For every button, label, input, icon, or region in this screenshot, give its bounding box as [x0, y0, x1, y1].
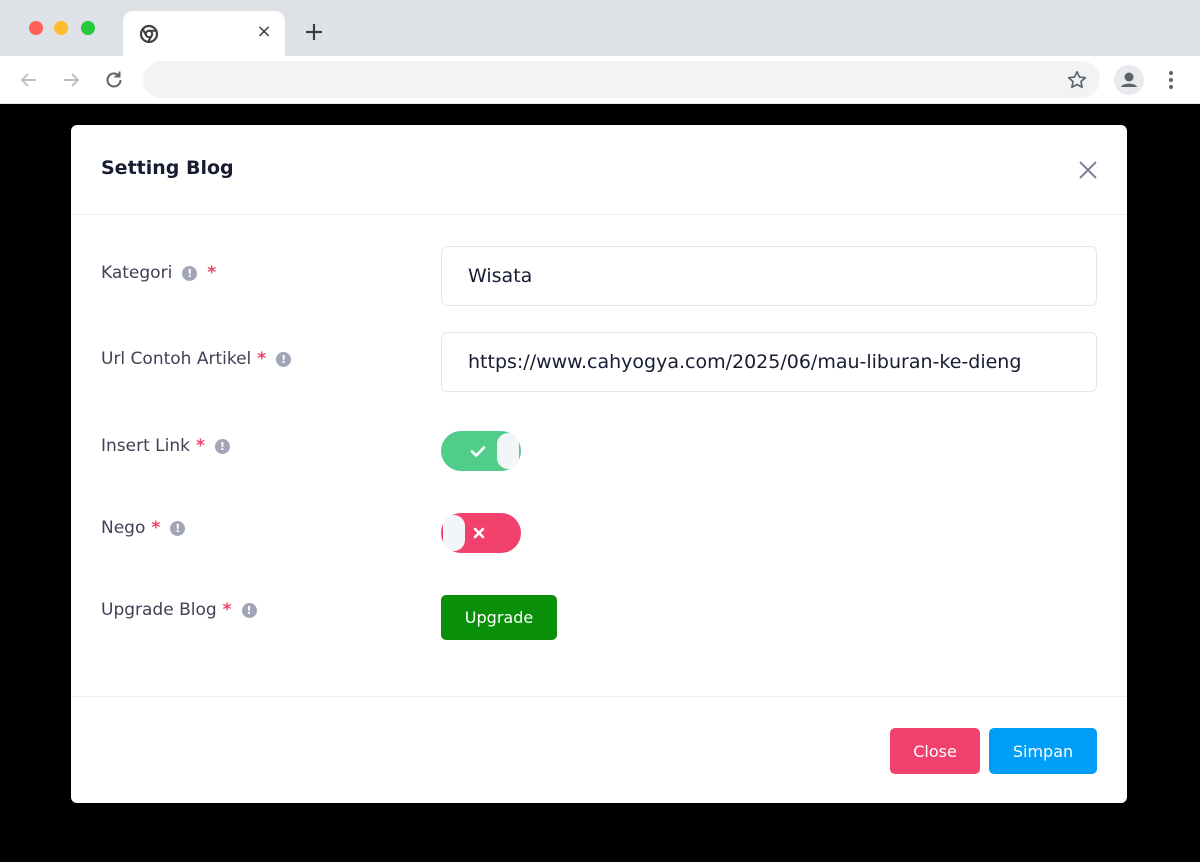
insert-link-label: Insert Link	[101, 436, 190, 456]
close-button[interactable]: Close	[890, 728, 980, 774]
kategori-input[interactable]: Wisata	[441, 246, 1097, 306]
info-icon[interactable]: !	[182, 265, 198, 281]
toggle-knob	[497, 433, 519, 469]
window-close-dot[interactable]	[29, 21, 43, 35]
save-button[interactable]: Simpan	[989, 728, 1097, 774]
profile-avatar[interactable]	[1114, 65, 1144, 95]
plus-icon[interactable]	[302, 20, 326, 44]
star-icon[interactable]	[1066, 69, 1088, 91]
modal-footer: Close Simpan	[71, 696, 1127, 803]
required-mark: *	[207, 263, 217, 283]
info-icon[interactable]: !	[170, 520, 186, 536]
toggle-knob	[443, 515, 465, 551]
info-icon[interactable]: !	[241, 602, 257, 618]
url-label-group: Url Contoh Artikel * !	[101, 349, 292, 369]
modal-header: Setting Blog	[71, 125, 1127, 215]
setting-blog-modal: Setting Blog Kategori ! * Wisata Url Con…	[71, 125, 1127, 803]
upgrade-blog-label-group: Upgrade Blog * !	[101, 600, 257, 620]
required-mark: *	[257, 349, 267, 369]
insert-link-toggle[interactable]	[441, 431, 521, 471]
check-icon	[470, 446, 486, 457]
x-icon	[473, 527, 485, 539]
nego-label: Nego	[101, 518, 146, 538]
browser-toolbar	[0, 56, 1200, 104]
chrome-logo-icon	[139, 24, 159, 44]
required-mark: *	[151, 518, 161, 538]
kategori-label-group: Kategori ! *	[101, 263, 216, 283]
field-row-insert-link: Insert Link * !	[101, 431, 1097, 471]
profile-icon	[1121, 72, 1137, 87]
insert-link-label-group: Insert Link * !	[101, 436, 230, 456]
field-row-nego: Nego * !	[101, 513, 1097, 553]
forward-arrow-icon[interactable]	[59, 68, 83, 92]
field-row-url: Url Contoh Artikel * ! https://www.cahyo…	[101, 332, 1097, 392]
field-row-kategori: Kategori ! * Wisata	[101, 246, 1097, 306]
close-icon[interactable]: ×	[255, 23, 273, 41]
window-minimize-dot[interactable]	[54, 21, 68, 35]
browser-tab[interactable]: ×	[123, 11, 285, 56]
close-icon[interactable]	[1077, 159, 1099, 181]
upgrade-button[interactable]: Upgrade	[441, 595, 557, 640]
url-label: Url Contoh Artikel	[101, 349, 252, 369]
required-mark: *	[222, 600, 232, 620]
info-icon[interactable]: !	[214, 438, 230, 454]
nego-toggle[interactable]	[441, 513, 521, 553]
kebab-menu-icon[interactable]	[1161, 68, 1181, 92]
window-zoom-dot[interactable]	[81, 21, 95, 35]
info-icon[interactable]: !	[276, 351, 292, 367]
address-bar[interactable]	[143, 61, 1100, 98]
kategori-label: Kategori	[101, 263, 173, 283]
field-row-upgrade-blog: Upgrade Blog * ! Upgrade	[101, 595, 1097, 640]
url-input[interactable]: https://www.cahyogya.com/2025/06/mau-lib…	[441, 332, 1097, 392]
back-arrow-icon[interactable]	[17, 68, 41, 92]
upgrade-blog-label: Upgrade Blog	[101, 600, 217, 620]
modal-title: Setting Blog	[101, 157, 234, 179]
browser-tab-bar: ×	[0, 0, 1200, 56]
required-mark: *	[195, 436, 205, 456]
reload-icon[interactable]	[102, 68, 126, 92]
nego-label-group: Nego * !	[101, 518, 186, 538]
